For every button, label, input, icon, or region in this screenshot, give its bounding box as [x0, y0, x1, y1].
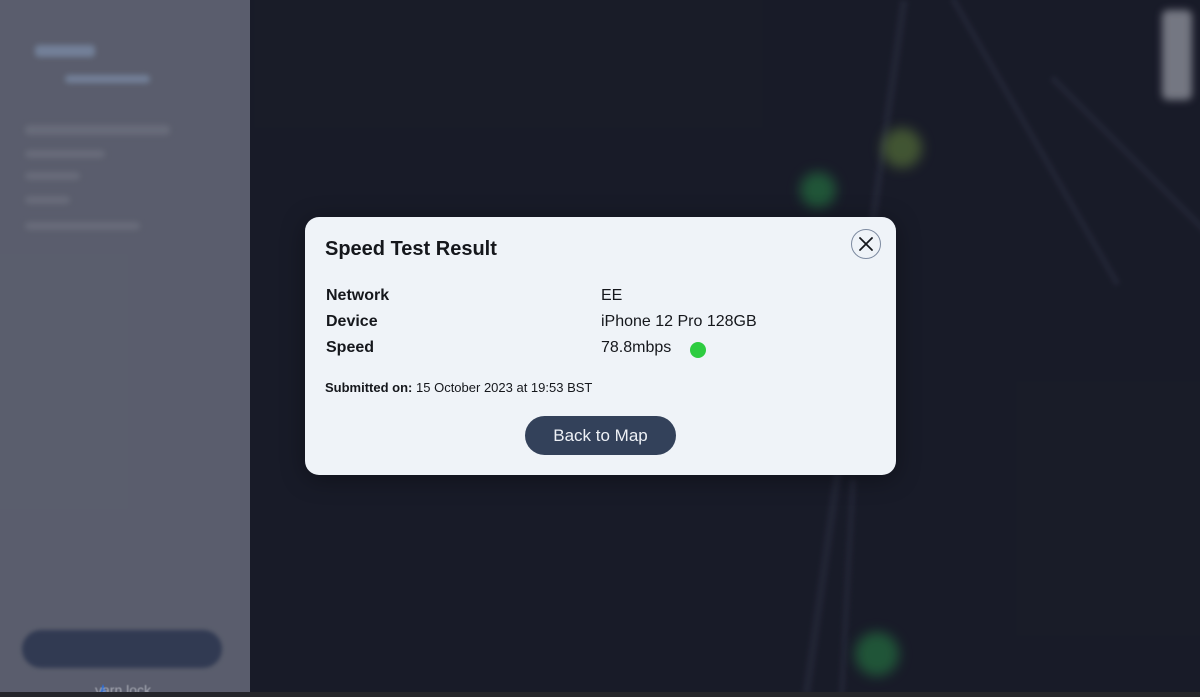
- detail-row-network: Network EE: [326, 285, 826, 311]
- network-label: Network: [326, 287, 390, 304]
- back-to-map-button[interactable]: Back to Map: [525, 416, 676, 455]
- close-button[interactable]: [851, 229, 881, 259]
- speed-test-result-dialog: Speed Test Result Network EE Device iPho…: [305, 217, 896, 475]
- submitted-value: 15 October 2023 at 19:53 BST: [416, 380, 593, 395]
- speed-value: 78.8mbps: [601, 339, 672, 356]
- close-icon: [859, 237, 873, 251]
- detail-row-device: Device iPhone 12 Pro 128GB: [326, 311, 826, 337]
- device-value: iPhone 12 Pro 128GB: [601, 313, 757, 330]
- dialog-title: Speed Test Result: [325, 238, 497, 260]
- device-label: Device: [326, 313, 378, 330]
- submitted-timestamp: Submitted on: 15 October 2023 at 19:53 B…: [325, 380, 592, 395]
- detail-row-speed: Speed 78.8mbps: [326, 337, 826, 363]
- result-details: Network EE Device iPhone 12 Pro 128GB Sp…: [326, 285, 826, 363]
- submitted-label: Submitted on:: [325, 380, 413, 395]
- app-root: yarn lock Speed Test Result Network EE D…: [0, 0, 1200, 697]
- network-value: EE: [601, 287, 623, 304]
- speed-status-indicator: [690, 342, 706, 358]
- speed-label: Speed: [326, 339, 375, 356]
